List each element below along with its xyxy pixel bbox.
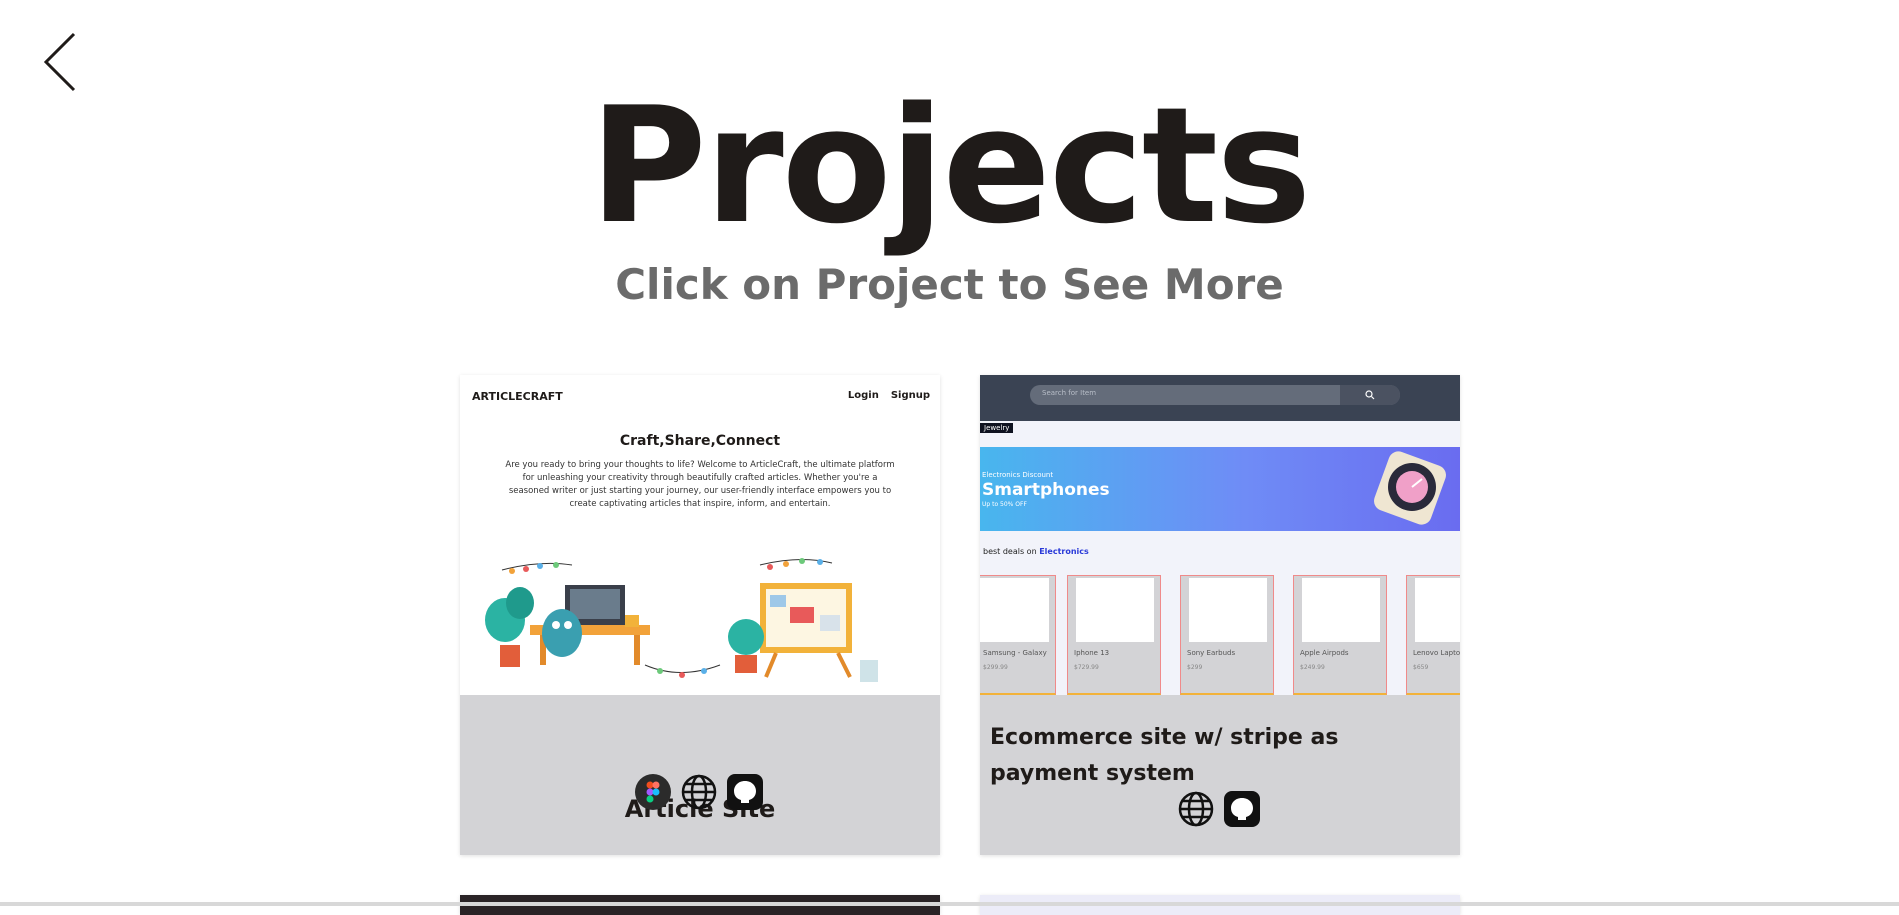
product-image [1415,578,1460,642]
project-card-article-site[interactable]: ARTICLECRAFT Login Signup Craft,Share,Co… [460,375,940,855]
github-icon[interactable] [726,773,764,811]
figma-icon[interactable] [634,773,672,811]
product-price: $299 [1187,664,1203,671]
project-preview-image: Search for Item Jewelry Electronics Disc… [980,375,1460,695]
product-card: Lenovo Laptop $659 [1406,575,1460,695]
product-price: $729.99 [1074,664,1099,671]
project-links [634,773,764,811]
preview-topbar: Search for Item [980,375,1460,421]
page-divider [0,902,1899,906]
product-card: Apple Airpods $249.99 [1293,575,1387,695]
watch-image [1374,451,1446,525]
page-title: Projects [589,72,1311,259]
deals-prefix: best deals on [983,547,1037,556]
product-card: Iphone 13 $729.99 [1067,575,1161,695]
product-name: Samsung - Galaxy [983,649,1047,657]
preview-search-placeholder: Search for Item [1042,389,1097,397]
chevron-left-icon [43,32,76,92]
product-card: Sony Earbuds $299 [1180,575,1274,695]
product-price: $249.99 [1300,664,1325,671]
preview-search: Search for Item [1030,385,1400,405]
product-image [1076,578,1154,642]
product-image [1302,578,1380,642]
product-name: Lenovo Laptop [1413,649,1460,657]
globe-icon[interactable] [1177,790,1215,828]
deals-link: Electronics [1039,547,1089,556]
product-name: Sony Earbuds [1187,649,1236,657]
preview-category: Jewelry [980,423,1014,433]
product-image [1189,578,1267,642]
github-icon[interactable] [1223,790,1261,828]
project-preview-image: ARTICLECRAFT Login Signup Craft,Share,Co… [460,375,940,695]
product-price: $659 [1413,664,1429,671]
product-image [980,578,1049,642]
globe-icon[interactable] [680,773,718,811]
project-card-ecommerce[interactable]: Search for Item Jewelry Electronics Disc… [980,375,1460,855]
product-name: Iphone 13 [1074,649,1110,657]
project-title: Ecommerce site w/ stripe as payment syst… [990,725,1339,786]
banner-tiny-text: Up to 50% OFF [982,501,1027,508]
banner-small-text: Electronics Discount [982,471,1054,479]
back-button[interactable] [40,30,80,94]
page-subtitle: Click on Project to See More [615,260,1284,309]
illustration-image [485,558,878,682]
preview-banner: Electronics Discount Smartphones Up to 5… [980,447,1460,531]
preview-deals-heading: best deals on Electronics [983,547,1089,556]
product-card: Samsung - Galaxy $299.99 [980,575,1056,695]
search-icon [1340,385,1400,405]
product-price: $299.99 [983,664,1008,671]
project-links [1177,790,1261,828]
product-name: Apple Airpods [1300,649,1349,657]
banner-title: Smartphones [982,480,1110,500]
